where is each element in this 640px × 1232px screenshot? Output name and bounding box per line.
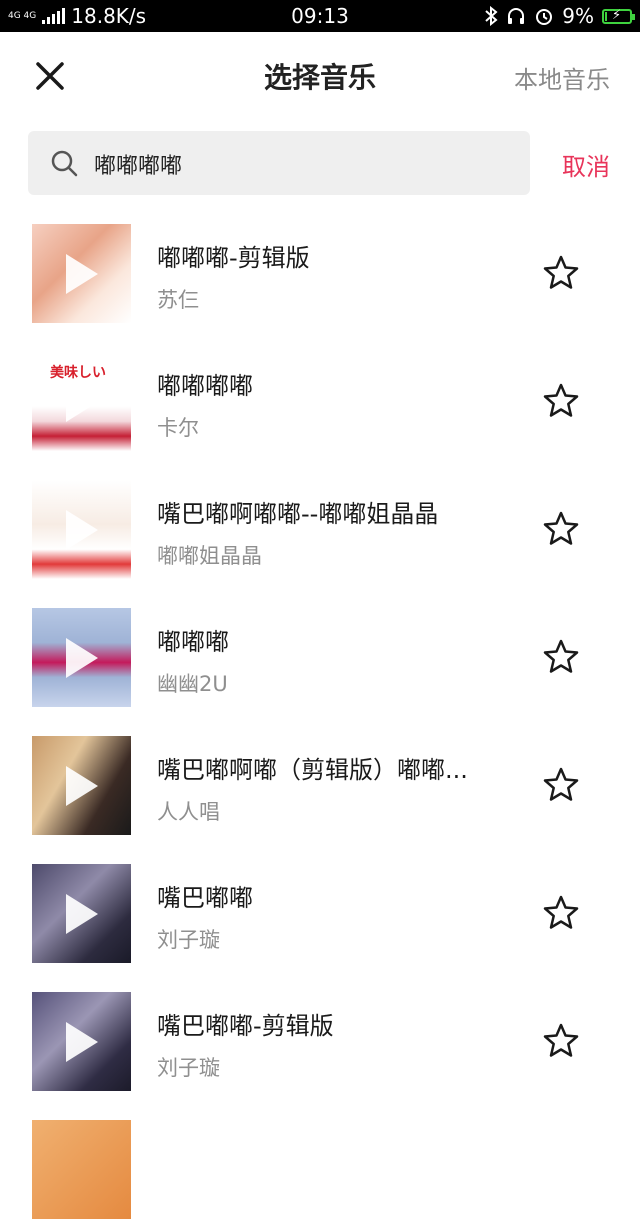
watermark-text: 悟空问答 [537,1102,626,1127]
play-icon[interactable] [66,254,98,294]
song-artist: 幽幽2U [157,672,228,696]
charging-icon: ⚡ [612,7,622,23]
star-icon[interactable] [542,894,580,932]
album-cover[interactable] [32,1120,131,1219]
song-artist: 卡尔 [157,416,199,440]
album-cover[interactable]: 美味しい [32,352,131,451]
album-cover[interactable] [32,864,131,963]
cover-text: 美味しい [50,365,106,381]
song-artist: 刘子璇 [157,928,220,952]
album-cover[interactable] [32,224,131,323]
song-title: 嘟嘟嘟 [157,628,229,656]
song-artist: 嘟嘟姐晶晶 [157,544,262,568]
search-icon [51,150,78,177]
play-icon[interactable] [66,382,98,422]
song-item[interactable]: 美味しい 嘟嘟嘟嘟 卡尔 [0,336,640,464]
battery-percent: 9% [562,4,594,28]
header: 选择音乐 本地音乐 [0,32,640,122]
star-icon[interactable] [542,766,580,804]
star-icon[interactable] [542,382,580,420]
local-music-link[interactable]: 本地音乐 [514,60,610,95]
battery-fill [605,11,607,21]
song-title: 嘟嘟嘟嘟 [157,372,253,400]
album-cover[interactable] [32,480,131,579]
status-right: 9% ⚡ [484,0,635,32]
song-item[interactable]: 嘟嘟嘟-剪辑版 苏仨 [0,208,640,336]
cancel-button[interactable]: 取消 [562,147,610,182]
bluetooth-icon [485,6,498,26]
search-input[interactable] [92,143,516,185]
play-icon[interactable] [66,510,98,550]
star-icon[interactable] [542,510,580,548]
song-artist: 刘子璇 [157,1056,220,1080]
play-icon[interactable] [66,766,98,806]
song-list: 嘟嘟嘟-剪辑版 苏仨 美味しい 嘟嘟嘟嘟 卡尔 嘴巴嘟啊嘟嘟--嘟嘟姐晶晶 嘟嘟… [0,208,640,1232]
song-artist: 人人唱 [157,800,220,824]
play-icon[interactable] [66,1022,98,1062]
play-icon[interactable] [66,894,98,934]
album-cover[interactable] [32,736,131,835]
song-item[interactable]: 嘟嘟嘟 幽幽2U [0,592,640,720]
song-title: 嘴巴嘟嘟 [157,884,253,912]
star-icon[interactable] [542,254,580,292]
album-art [32,1120,131,1219]
song-title: 嘴巴嘟啊嘟嘟--嘟嘟姐晶晶 [157,500,439,528]
star-icon[interactable] [542,638,580,676]
headphones-icon [508,8,525,24]
alarm-icon [536,9,553,25]
star-icon[interactable] [542,1022,580,1060]
song-title: 嘟嘟嘟-剪辑版 [157,244,310,272]
album-cover[interactable] [32,992,131,1091]
song-item[interactable]: 嘴巴嘟嘟 刘子璇 [0,848,640,976]
search-box[interactable] [28,131,530,195]
album-cover[interactable] [32,608,131,707]
song-artist: 苏仨 [157,288,199,312]
song-item[interactable]: 嘴巴嘟啊嘟嘟--嘟嘟姐晶晶 嘟嘟姐晶晶 [0,464,640,592]
watermark-logo-icon [501,1101,532,1123]
battery-icon: ⚡ [602,7,635,24]
song-item[interactable]: 嘴巴嘟啊嘟（剪辑版）嘟嘟... 人人唱 [0,720,640,848]
play-icon[interactable] [66,638,98,678]
watermark: 悟空问答 [501,1096,626,1128]
song-title: 嘴巴嘟嘟-剪辑版 [157,1012,334,1040]
status-bar: 4G 4G 18.8K/s 09:13 9% ⚡ [0,0,640,32]
song-title: 嘴巴嘟啊嘟（剪辑版）嘟嘟... [157,756,468,784]
song-item[interactable]: 嘴巴嘟嘟-剪辑版 刘子璇 [0,976,640,1104]
